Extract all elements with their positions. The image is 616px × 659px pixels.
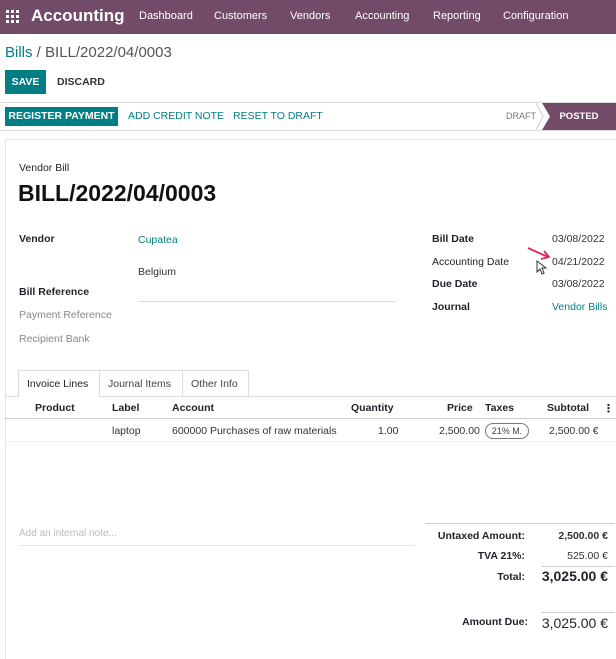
col-label[interactable]: Label (112, 402, 139, 414)
tab-invoice-lines[interactable]: Invoice Lines (18, 370, 100, 397)
status-draft[interactable]: DRAFT (506, 111, 536, 121)
cell-taxes-badge[interactable]: 21% M. (485, 423, 529, 439)
optional-columns-icon[interactable]: ⋮ (603, 402, 614, 415)
bill-reference-label: Bill Reference (19, 286, 90, 298)
col-product[interactable]: Product (35, 402, 75, 414)
reset-to-draft-button[interactable]: RESET TO DRAFT (233, 110, 323, 122)
cell-label[interactable]: laptop (112, 425, 141, 437)
app-title[interactable]: Accounting (31, 6, 125, 26)
total-divider (542, 566, 615, 567)
top-navbar: Accounting Dashboard Customers Vendors A… (0, 0, 616, 34)
status-arrow-icon (536, 103, 544, 130)
cell-price[interactable]: 2,500.00 (439, 425, 480, 437)
breadcrumb: Bills / BILL/2022/04/0003 (5, 44, 172, 61)
tab-journal-items[interactable]: Journal Items (100, 370, 183, 396)
tva-value: 525.00 € (567, 550, 608, 562)
bill-date-field[interactable]: 03/08/2022 (552, 233, 605, 245)
col-price[interactable]: Price (447, 402, 473, 414)
col-subtotal[interactable]: Subtotal (547, 402, 589, 414)
internal-note-underline (19, 545, 415, 546)
cell-account[interactable]: 600000 Purchases of raw materials (172, 425, 337, 437)
amount-due-divider (542, 612, 615, 613)
discard-button[interactable]: DISCARD (57, 76, 105, 88)
cell-subtotal: 2,500.00 € (549, 425, 599, 437)
total-label: Total: (497, 571, 525, 583)
accounting-date-label: Accounting Date (432, 256, 510, 268)
internal-note-input[interactable]: Add an internal note... (19, 528, 117, 539)
nav-reporting[interactable]: Reporting (433, 10, 481, 22)
bill-reference-input[interactable] (138, 301, 396, 302)
mouse-cursor-icon (536, 260, 547, 275)
recipient-bank-label: Recipient Bank (19, 333, 90, 345)
vendor-label: Vendor (19, 233, 55, 245)
bill-date-label: Bill Date (432, 233, 475, 245)
nav-vendors[interactable]: Vendors (290, 10, 330, 22)
untaxed-amount-value: 2,500.00 € (558, 530, 608, 542)
table-header-divider (5, 418, 616, 419)
col-quantity[interactable]: Quantity (351, 402, 394, 414)
total-value: 3,025.00 € (541, 568, 608, 584)
breadcrumb-bills-link[interactable]: Bills (5, 44, 33, 61)
amount-due-value: 3,025.00 € (541, 615, 608, 631)
breadcrumb-current: BILL/2022/04/0003 (45, 44, 172, 61)
doc-type-label: Vendor Bill (19, 162, 70, 174)
status-posted[interactable]: POSTED (542, 103, 616, 130)
apps-menu-icon[interactable] (6, 10, 19, 23)
page-title: BILL/2022/04/0003 (18, 180, 217, 206)
save-button[interactable]: SAVE (5, 70, 46, 94)
nav-accounting[interactable]: Accounting (355, 10, 409, 22)
breadcrumb-separator: / (32, 44, 46, 61)
totals-top-divider (425, 523, 615, 524)
payment-reference-label: Payment Reference (19, 309, 112, 321)
nav-customers[interactable]: Customers (214, 10, 267, 22)
col-taxes[interactable]: Taxes (485, 402, 514, 414)
col-account[interactable]: Account (172, 402, 214, 414)
untaxed-amount-label: Untaxed Amount: (437, 530, 525, 542)
due-date-label: Due Date (432, 278, 478, 290)
row-divider (5, 441, 616, 442)
add-credit-note-button[interactable]: ADD CREDIT NOTE (128, 110, 224, 122)
tab-other-info[interactable]: Other Info (183, 370, 249, 396)
nav-configuration[interactable]: Configuration (503, 10, 568, 22)
tva-label: TVA 21%: (477, 550, 525, 562)
accounting-date-field[interactable]: 04/21/2022 (552, 256, 605, 268)
amount-due-label: Amount Due: (462, 616, 528, 628)
cell-quantity[interactable]: 1.00 (378, 425, 398, 437)
due-date-field[interactable]: 03/08/2022 (552, 278, 605, 290)
vendor-field[interactable]: Cupatea (138, 234, 178, 246)
vendor-country: Belgium (138, 266, 176, 278)
register-payment-button[interactable]: REGISTER PAYMENT (5, 107, 118, 126)
journal-field[interactable]: Vendor Bills (552, 301, 607, 313)
journal-label: Journal (432, 301, 470, 313)
nav-dashboard[interactable]: Dashboard (139, 10, 193, 22)
